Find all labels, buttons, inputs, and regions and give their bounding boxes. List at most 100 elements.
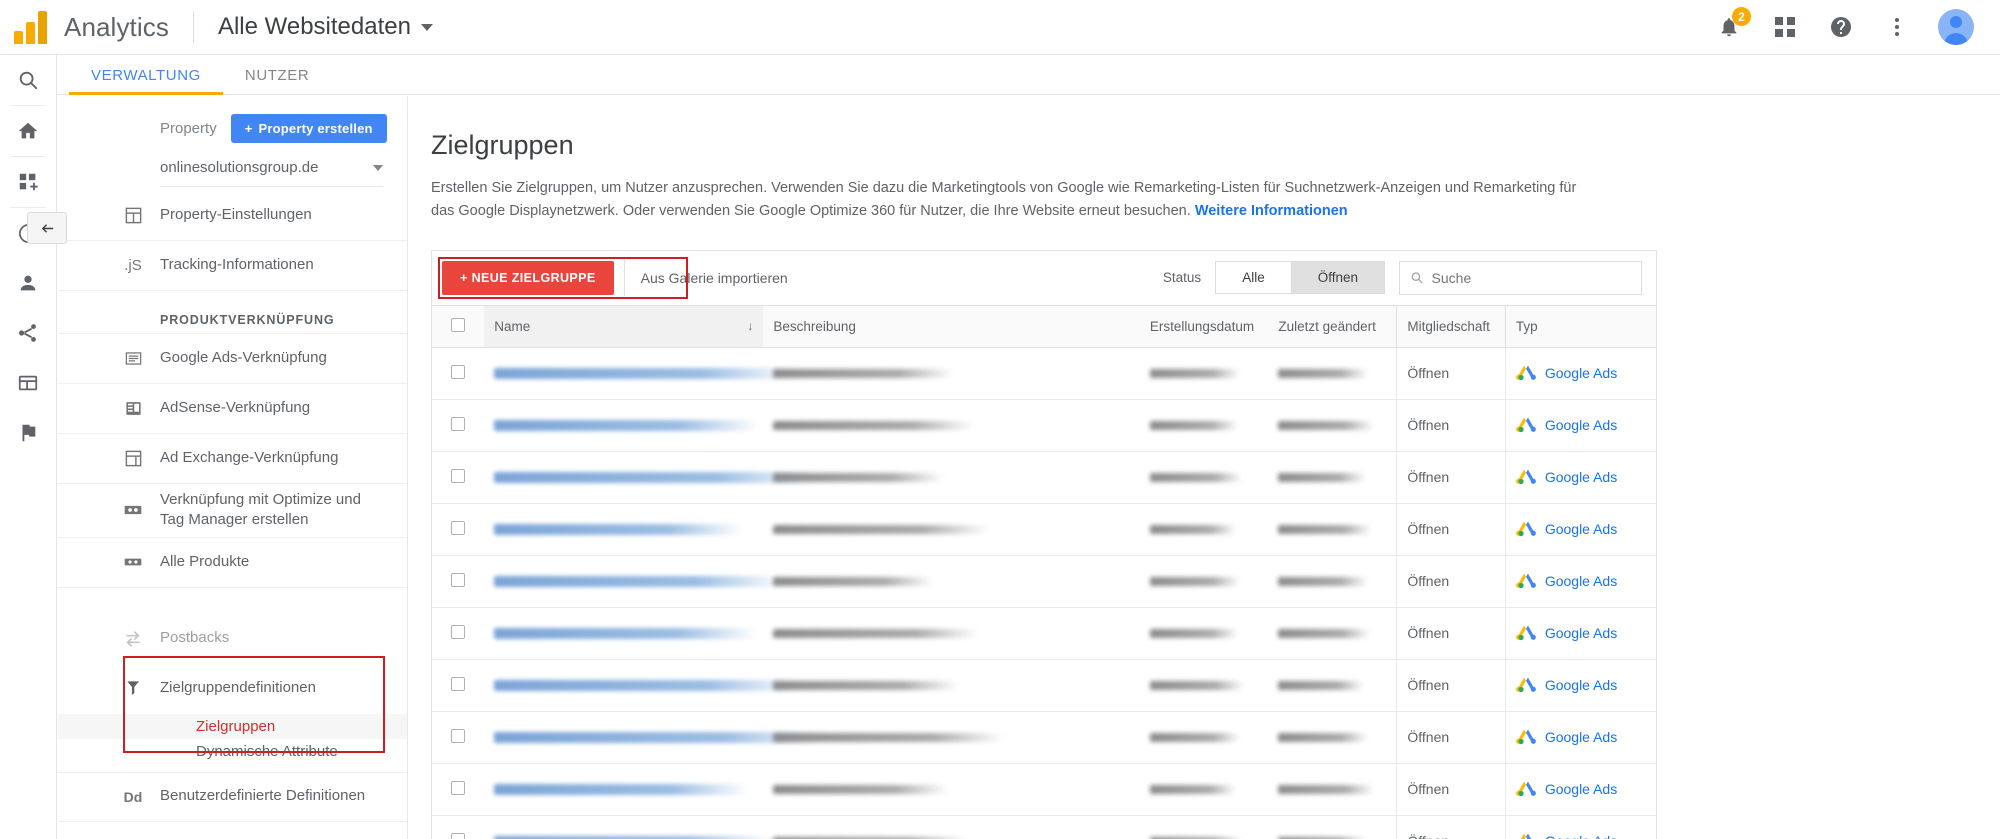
row-name-cell[interactable] (484, 815, 773, 839)
status-filter-alle[interactable]: Alle (1215, 261, 1292, 295)
row-select-cell[interactable] (432, 815, 485, 839)
table-row[interactable]: Öffnen Google Ads (432, 503, 1656, 556)
property-picker[interactable]: onlinesolutionsgroup.de (160, 159, 383, 187)
row-name-cell[interactable] (484, 451, 815, 504)
create-property-button[interactable]: + Property erstellen (230, 114, 387, 143)
collapse-sidebar-button[interactable] (27, 212, 67, 244)
row-select-cell[interactable] (432, 711, 485, 764)
row-checkbox[interactable] (451, 832, 466, 839)
weitere-informationen-link[interactable]: Weitere Informationen (1195, 203, 1348, 219)
sidebar-item-tracking-info[interactable]: .jS Tracking-Informationen (58, 241, 407, 291)
row-checkbox[interactable] (451, 364, 466, 379)
column-header-erstellungsdatum[interactable]: Erstellungsdatum (1139, 304, 1269, 348)
google-ads-link-icon (120, 349, 146, 368)
status-filter-oeffnen[interactable]: Öffnen (1291, 261, 1385, 295)
row-select-cell[interactable] (432, 347, 485, 400)
page-description: Erstellen Sie Zielgruppen, um Nutzer anz… (431, 177, 1601, 224)
sidebar-item-google-ads-link[interactable]: Google Ads-Verknüpfung (58, 334, 407, 384)
sidebar-item-benutzerdefinierte-definitionen[interactable]: Dd Benutzerdefinierte Definitionen (58, 771, 407, 822)
select-all-checkbox[interactable] (451, 317, 466, 332)
column-header-beschreibung[interactable]: Beschreibung (763, 304, 1140, 348)
property-settings-icon (120, 206, 146, 225)
row-select-cell[interactable] (432, 763, 485, 816)
table-row[interactable]: Öffnen Google Ads (432, 659, 1656, 712)
redacted-modified-date (1278, 732, 1369, 742)
row-select-cell[interactable] (432, 399, 485, 452)
sidebar-item-property-settings[interactable]: Property-Einstellungen (58, 191, 407, 241)
help-icon[interactable] (1826, 12, 1856, 42)
row-name-cell[interactable] (484, 711, 825, 764)
row-name-cell[interactable] (484, 555, 785, 608)
conversions-flag-icon[interactable] (0, 408, 57, 458)
table-row[interactable]: Öffnen Google Ads (432, 451, 1656, 504)
audience-person-icon[interactable] (0, 258, 57, 308)
table-row[interactable]: Öffnen Google Ads (432, 711, 1656, 764)
sidebar-item-adsense-link[interactable]: AdSense-Verknüpfung (58, 384, 407, 434)
column-header-mitgliedschaft[interactable]: Mitgliedschaft (1396, 304, 1506, 348)
row-checkbox[interactable] (451, 572, 466, 587)
redacted-created-date (1149, 784, 1236, 794)
search-box[interactable] (1399, 260, 1642, 295)
more-vert-icon[interactable] (1882, 12, 1912, 42)
import-from-gallery-button[interactable]: Aus Galerie importieren (623, 259, 804, 296)
select-all-header[interactable] (432, 304, 485, 348)
column-header-name[interactable]: Name ↓ (484, 304, 764, 348)
row-membership-cell: Öffnen (1396, 607, 1506, 660)
acquisition-share-icon[interactable] (0, 308, 57, 358)
row-checkbox[interactable] (451, 468, 466, 483)
search-icon[interactable] (0, 55, 57, 105)
user-avatar[interactable] (1938, 9, 1974, 45)
table-row[interactable]: Öffnen Google Ads (432, 555, 1656, 608)
table-row[interactable]: Öffnen Google Ads (432, 399, 1656, 452)
new-audience-button[interactable]: + NEUE ZIELGRUPPE (442, 260, 614, 295)
row-created-cell (1139, 503, 1269, 556)
google-ads-icon (1515, 522, 1536, 537)
sidebar-subitem-dynamische-attribute[interactable]: Dynamische Attribute (58, 739, 407, 772)
table-row[interactable]: Öffnen Google Ads (432, 347, 1656, 400)
customization-icon[interactable] (0, 157, 57, 207)
sidebar-item-label: AdSense-Verknüpfung (160, 399, 311, 417)
row-select-cell[interactable] (432, 659, 485, 712)
row-name-cell[interactable] (484, 503, 764, 556)
behavior-window-icon[interactable] (0, 358, 57, 408)
row-name-cell[interactable] (484, 347, 795, 400)
row-name-cell[interactable] (484, 763, 764, 816)
row-checkbox[interactable] (451, 728, 466, 743)
tab-verwaltung[interactable]: VERWALTUNG (69, 67, 223, 95)
row-checkbox[interactable] (451, 416, 466, 431)
row-select-cell[interactable] (432, 451, 485, 504)
row-select-cell[interactable] (432, 503, 485, 556)
tab-nutzer[interactable]: NUTZER (223, 67, 331, 94)
row-checkbox[interactable] (451, 520, 466, 535)
row-checkbox[interactable] (451, 624, 466, 639)
row-name-cell[interactable] (484, 607, 764, 660)
home-icon[interactable] (0, 106, 57, 156)
row-type-cell: Google Ads (1504, 347, 1656, 400)
sidebar-item-optimize-tagmanager-link[interactable]: Verknüpfung mit Optimize und Tag Manager… (58, 484, 407, 538)
sidebar-item-datenimport[interactable]: Dd Datenimport (58, 822, 407, 839)
adsense-link-icon (120, 399, 146, 418)
row-checkbox[interactable] (451, 676, 466, 691)
sidebar-subitem-zielgruppen[interactable]: Zielgruppen (58, 713, 407, 739)
row-select-cell[interactable] (432, 555, 485, 608)
sidebar-item-zielgruppendefinitionen[interactable]: Zielgruppendefinitionen (58, 664, 407, 714)
search-icon (1411, 272, 1423, 284)
sidebar-item-ad-exchange-link[interactable]: Ad Exchange-Verknüpfung (58, 434, 407, 484)
row-name-cell[interactable] (484, 399, 764, 452)
sidebar-item-alle-produkte[interactable]: Alle Produkte (58, 538, 407, 588)
search-input[interactable] (1431, 269, 1631, 286)
header-actions: 2 (1714, 7, 2000, 45)
view-selector[interactable]: Alle Websitedaten (218, 13, 433, 41)
notifications-icon[interactable]: 2 (1714, 7, 1751, 42)
sidebar-item-postbacks[interactable]: Postbacks (58, 614, 407, 664)
table-row[interactable]: Öffnen Google Ads (432, 607, 1656, 660)
table-row[interactable]: Öffnen Google Ads (432, 815, 1656, 839)
column-header-zuletzt-geaendert[interactable]: Zuletzt geändert (1268, 304, 1397, 348)
row-checkbox[interactable] (451, 780, 466, 795)
row-select-cell[interactable] (432, 607, 485, 660)
apps-grid-icon[interactable] (1770, 12, 1800, 42)
row-name-cell[interactable] (484, 659, 800, 712)
column-header-typ[interactable]: Typ (1504, 304, 1656, 348)
redacted-modified-date (1278, 420, 1375, 430)
table-row[interactable]: Öffnen Google Ads (432, 763, 1656, 816)
